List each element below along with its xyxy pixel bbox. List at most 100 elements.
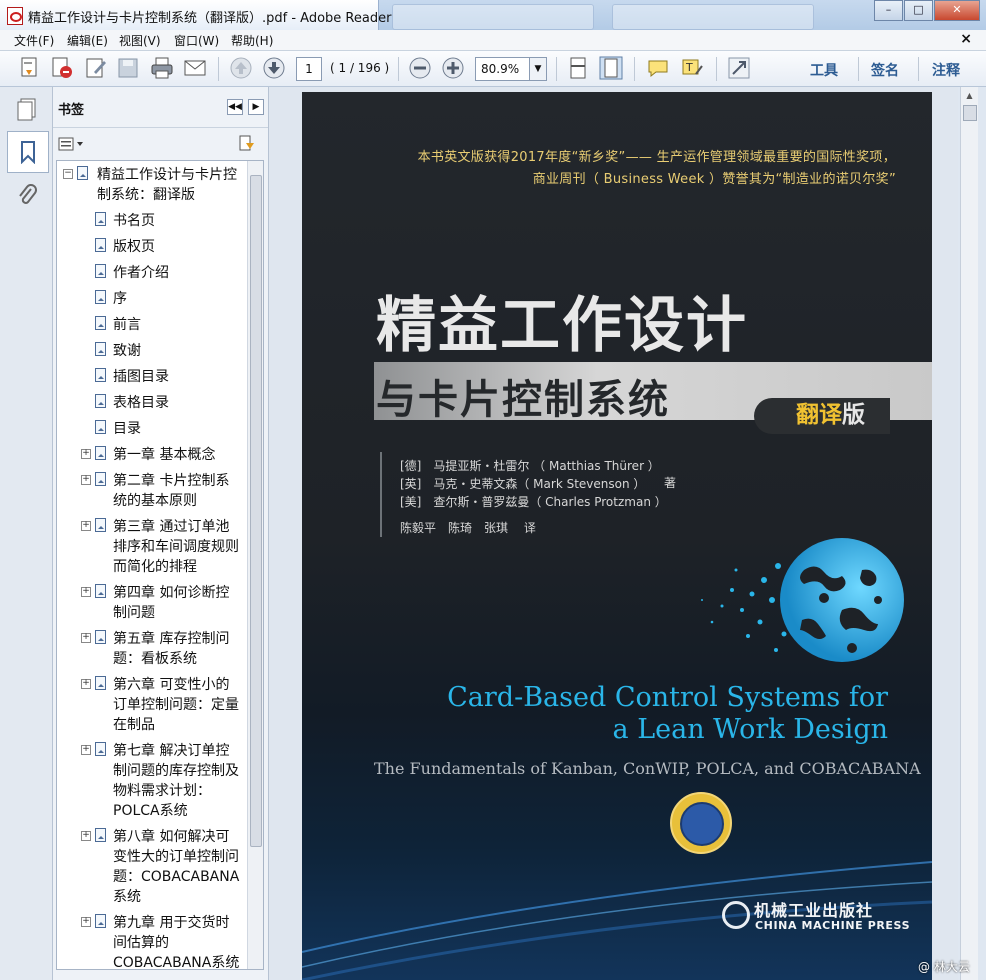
chevron-down-icon[interactable]: ▼	[529, 58, 546, 80]
bookmark-icon	[95, 446, 106, 460]
bookmark-item[interactable]: 第二章 卡片控制系统的基本原则	[113, 471, 243, 511]
collapse-panel-icon[interactable]: ◀◀	[227, 99, 243, 115]
expand-panel-icon[interactable]: ▶	[248, 99, 264, 115]
menu-bar: 文件(F) 编辑(E) 视图(V) 窗口(W) 帮助(H) ×	[0, 30, 986, 51]
expand-toggle[interactable]: +	[81, 917, 91, 927]
zoom-out-icon[interactable]	[408, 56, 432, 80]
close-document-button[interactable]: ×	[960, 31, 972, 47]
toolbar-separator	[918, 57, 919, 81]
active-window-tab[interactable]: 精益工作设计与卡片控制系统（翻译版）.pdf - Adobe Reader	[0, 0, 391, 30]
next-page-icon[interactable]	[262, 56, 286, 80]
bookmark-icon	[95, 828, 106, 842]
background-tab[interactable]	[612, 4, 814, 30]
options-menu-icon[interactable]	[58, 136, 84, 152]
email-icon[interactable]	[183, 56, 207, 80]
bookmark-item[interactable]: 致谢	[113, 341, 243, 361]
bookmarks-title: 书签	[58, 103, 85, 118]
expand-toggle[interactable]: +	[81, 831, 91, 841]
bookmark-item[interactable]: 第七章 解决订单控制问题的库存控制及物料需求计划：POLCA系统	[113, 741, 243, 821]
expand-toggle[interactable]: +	[81, 745, 91, 755]
menu-file[interactable]: 文件(F)	[14, 32, 54, 49]
bookmark-tree: − 精益工作设计与卡片控制系统：翻译版 书名页 版权页 作者介绍 序 前言 致谢…	[56, 160, 264, 970]
save-icon[interactable]	[116, 56, 140, 80]
bookmark-item[interactable]: 第四章 如何诊断控制问题	[113, 583, 243, 623]
scroll-mode-icon[interactable]	[566, 56, 590, 80]
collapse-toggle[interactable]: −	[63, 169, 73, 179]
expand-toggle[interactable]: +	[81, 449, 91, 459]
page-thumbnails-icon[interactable]	[16, 97, 38, 121]
toolbar-separator	[716, 57, 717, 81]
bookmark-item[interactable]: 精益工作设计与卡片控制系统：翻译版	[97, 165, 243, 205]
publisher-logo-icon	[722, 901, 750, 929]
english-title-line-2: a Lean Work Design	[612, 714, 888, 745]
toolbar-separator	[556, 57, 557, 81]
attachments-icon[interactable]	[16, 183, 38, 207]
bookmark-item[interactable]: 第八章 如何解决可变性大的订单控制问题：COBACABANA系统	[113, 827, 243, 907]
bookmark-item[interactable]: 第一章 基本概念	[113, 445, 243, 465]
background-tab[interactable]	[392, 4, 594, 30]
author-2: [英] 马克・史蒂文森（ Mark Stevenson ）	[400, 477, 646, 491]
menu-view[interactable]: 视图(V)	[119, 32, 161, 49]
bookmark-item[interactable]: 前言	[113, 315, 243, 335]
bookmark-item[interactable]: 第六章 可变性小的订单控制问题：定量在制品	[113, 675, 243, 735]
comment-link[interactable]: 注释	[932, 60, 960, 80]
bookmark-item[interactable]: 第三章 通过订单池排序和车间调度规则而简化的排程	[113, 517, 243, 577]
fit-page-icon[interactable]	[599, 56, 623, 80]
comment-icon[interactable]	[646, 56, 670, 80]
zoom-select[interactable]: 80.9% ▼	[475, 57, 547, 81]
find-bookmark-icon[interactable]	[237, 134, 257, 154]
menu-help[interactable]: 帮助(H)	[231, 32, 273, 49]
toolbar-separator	[634, 57, 635, 81]
sign-link[interactable]: 签名	[871, 60, 899, 80]
menu-edit[interactable]: 编辑(E)	[67, 32, 108, 49]
expand-toggle[interactable]: +	[81, 587, 91, 597]
title-bar: 精益工作设计与卡片控制系统（翻译版）.pdf - Adobe Reader – …	[0, 0, 986, 31]
menu-window[interactable]: 窗口(W)	[174, 32, 219, 49]
highlight-text-icon[interactable]: T	[680, 56, 704, 80]
bookmark-icon	[95, 584, 106, 598]
zoom-in-icon[interactable]	[441, 56, 465, 80]
bookmark-item[interactable]: 作者介绍	[113, 263, 243, 283]
bookmark-item[interactable]: 表格目录	[113, 393, 243, 413]
open-file-icon[interactable]	[18, 56, 42, 80]
expand-toggle[interactable]: +	[81, 679, 91, 689]
bookmarks-tab[interactable]	[7, 131, 49, 173]
expand-toggle[interactable]: +	[81, 521, 91, 531]
toolbar: 1 ( 1 / 196 ) 80.9% ▼ T 工具 签名 注释	[0, 51, 986, 87]
bookmark-item[interactable]: 书名页	[113, 211, 243, 231]
bookmark-item[interactable]: 第九章 用于交货时间估算的COBACABANA系统	[113, 913, 243, 969]
toolbar-separator	[398, 57, 399, 81]
bookmark-item[interactable]: 插图目录	[113, 367, 243, 387]
minimize-button[interactable]: –	[874, 0, 903, 21]
document-scrollbar-thumb[interactable]	[963, 105, 977, 121]
bookmark-item[interactable]: 序	[113, 289, 243, 309]
expand-icon[interactable]	[727, 56, 751, 80]
bookmark-item[interactable]: 目录	[113, 419, 243, 439]
expand-toggle[interactable]: +	[81, 633, 91, 643]
maximize-button[interactable]: □	[904, 0, 933, 21]
bookmark-icon	[77, 166, 88, 180]
bookmark-icon	[95, 238, 106, 252]
scroll-up-icon[interactable]: ▲	[961, 87, 978, 104]
cover-title-line-2: 与卡片控制系统	[376, 376, 670, 423]
print-icon[interactable]	[150, 56, 174, 80]
expand-toggle[interactable]: +	[81, 475, 91, 485]
bookmark-scrollbar-thumb[interactable]	[250, 175, 262, 847]
bookmark-item[interactable]: 第五章 库存控制问题：看板系统	[113, 629, 243, 669]
watermark: @ 林大云	[918, 960, 970, 974]
bookmark-item[interactable]: 版权页	[113, 237, 243, 257]
close-button[interactable]: ✕	[934, 0, 980, 21]
page-number-input[interactable]: 1	[296, 57, 322, 81]
edition-label: 翻译版	[796, 402, 865, 428]
svg-text:T: T	[685, 61, 693, 74]
bookmark-scrollbar[interactable]	[247, 161, 263, 969]
bookmark-icon	[95, 914, 106, 928]
bookmark-icon	[95, 342, 106, 356]
tools-link[interactable]: 工具	[810, 60, 838, 80]
window-title: 精益工作设计与卡片控制系统（翻译版）.pdf - Adobe Reader	[28, 11, 392, 26]
edit-form-icon[interactable]	[84, 56, 108, 80]
document-scrollbar[interactable]: ▲	[960, 87, 978, 980]
create-pdf-icon[interactable]	[50, 56, 74, 80]
previous-page-icon[interactable]	[229, 56, 253, 80]
english-subtitle: The Fundamentals of Kanban, ConWIP, POLC…	[374, 759, 921, 778]
